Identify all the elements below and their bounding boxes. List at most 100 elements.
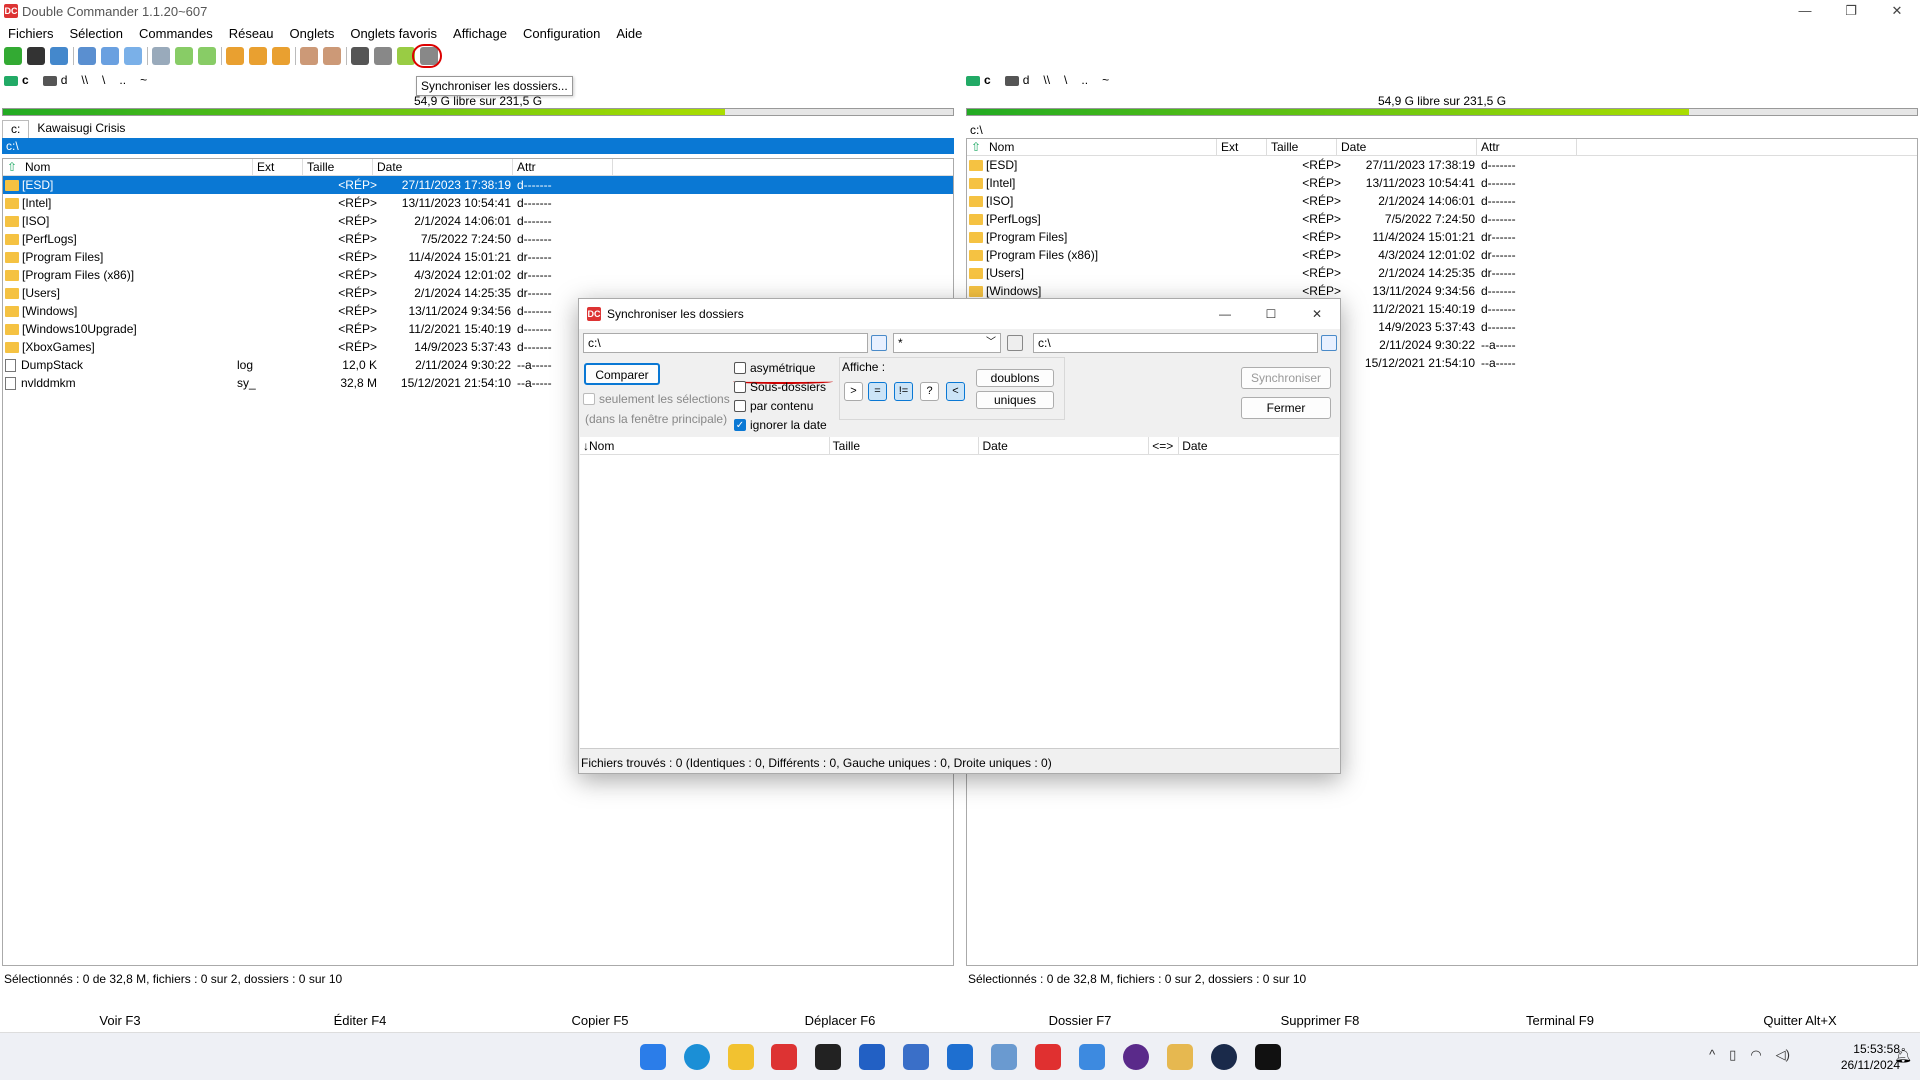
left-path[interactable]: c:\ xyxy=(2,138,954,154)
edge-icon[interactable] xyxy=(684,1044,710,1070)
mail-icon[interactable] xyxy=(947,1044,973,1070)
synchronize-button[interactable]: Synchroniser xyxy=(1241,367,1331,389)
brief-view-icon[interactable] xyxy=(78,47,96,65)
col-attr[interactable]: Attr xyxy=(1477,139,1577,155)
menu-configuration[interactable]: Configuration xyxy=(515,26,608,41)
tab-kawaisugi[interactable]: Kawaisugi Crisis xyxy=(29,120,133,138)
file-row[interactable]: [Program Files] <RÉP> 11/4/2024 15:01:21 dr… xyxy=(967,228,1917,246)
file-row[interactable]: [PerfLogs] <RÉP> 7/5/2022 7:24:50 d------- xyxy=(3,230,953,248)
menu-network[interactable]: Réseau xyxy=(221,26,282,41)
store-icon[interactable] xyxy=(903,1044,929,1070)
file-row[interactable]: [Program Files (x86)] <RÉP> 4/3/2024 12:01… xyxy=(3,266,953,284)
col-ext[interactable]: Ext xyxy=(253,159,303,175)
file-row[interactable]: [ESD] <RÉP> 27/11/2023 17:38:19 d------- xyxy=(3,176,953,194)
drive-d-button[interactable]: d xyxy=(42,73,67,87)
file-row[interactable]: [Program Files] <RÉP> 11/4/2024 15:01:21 dr… xyxy=(3,248,953,266)
file-row[interactable]: [Intel] <RÉP> 13/11/2023 10:54:41 d------- xyxy=(3,194,953,212)
start-icon[interactable] xyxy=(640,1044,666,1070)
right-browse-icon[interactable] xyxy=(1321,335,1337,351)
result-col-date-left[interactable]: Date xyxy=(979,437,1150,454)
file-row[interactable]: [ISO] <RÉP> 2/1/2024 14:06:01 d------- xyxy=(3,212,953,230)
close-button[interactable]: ✕ xyxy=(1874,0,1920,22)
subdirs-checkbox[interactable]: Sous-dossiers xyxy=(734,380,826,394)
filter-icon[interactable] xyxy=(1007,335,1023,351)
explorer-icon[interactable] xyxy=(728,1044,754,1070)
file-row[interactable]: [Intel] <RÉP> 13/11/2023 10:54:41 d------- xyxy=(967,174,1917,192)
file-row[interactable]: [ESD] <RÉP> 27/11/2023 17:38:19 d------- xyxy=(967,156,1917,174)
terminal-f9-button[interactable]: Terminal F9 xyxy=(1440,1010,1680,1032)
result-col-name[interactable]: ↓Nom xyxy=(580,437,830,454)
duplicates-button[interactable]: doublons xyxy=(976,369,1054,387)
dialog-minimize-button[interactable]: — xyxy=(1202,299,1248,329)
battery-icon[interactable]: ▯ xyxy=(1729,1047,1736,1063)
col-name[interactable]: ⇧ Nom xyxy=(967,139,1217,155)
unpack-icon[interactable] xyxy=(249,47,267,65)
pack-icon[interactable] xyxy=(226,47,244,65)
move-icon[interactable] xyxy=(323,47,341,65)
by-content-checkbox[interactable]: par contenu xyxy=(734,399,813,413)
edit-f4-button[interactable]: Éditer F4 xyxy=(240,1010,480,1032)
double-commander-icon[interactable] xyxy=(771,1044,797,1070)
asymmetric-checkbox[interactable]: asymétrique xyxy=(734,361,815,375)
left-dir-input[interactable]: c:\ xyxy=(583,333,868,353)
volume-icon[interactable]: ◁) xyxy=(1776,1047,1790,1063)
result-list[interactable] xyxy=(580,455,1339,749)
root-button[interactable]: \ xyxy=(1064,73,1067,87)
left-browse-icon[interactable] xyxy=(871,335,887,351)
close-dialog-button[interactable]: Fermer xyxy=(1241,397,1331,419)
only-selected-checkbox[interactable]: seulement les sélections xyxy=(583,392,730,406)
view-f3-button[interactable]: Voir F3 xyxy=(0,1010,240,1032)
show-different-toggle[interactable]: != xyxy=(894,382,913,401)
app-icon[interactable] xyxy=(1079,1044,1105,1070)
file-mask-select[interactable]: * ﹀ xyxy=(893,333,1001,353)
full-view-icon[interactable] xyxy=(101,47,119,65)
media-icon[interactable] xyxy=(1123,1044,1149,1070)
mkdir-f7-button[interactable]: Dossier F7 xyxy=(960,1010,1200,1032)
root-button[interactable]: \ xyxy=(102,73,105,87)
quit-button[interactable]: Quitter Alt+X xyxy=(1680,1010,1920,1032)
menu-view[interactable]: Affichage xyxy=(445,26,515,41)
file-row[interactable]: [PerfLogs] <RÉP> 7/5/2022 7:24:50 d------- xyxy=(967,210,1917,228)
menu-files[interactable]: Fichiers xyxy=(0,26,62,41)
parent-button[interactable]: .. xyxy=(119,73,126,87)
steam-icon[interactable] xyxy=(1211,1044,1237,1070)
home-button[interactable]: ~ xyxy=(140,73,147,87)
network-button[interactable]: \\ xyxy=(1043,73,1050,87)
drive-d-button[interactable]: d xyxy=(1004,73,1029,87)
menu-favorite-tabs[interactable]: Onglets favoris xyxy=(342,26,445,41)
show-equal-toggle[interactable]: = xyxy=(868,382,887,401)
wifi-icon[interactable]: ◠ xyxy=(1750,1047,1761,1063)
col-date[interactable]: Date xyxy=(373,159,513,175)
compare-icon[interactable] xyxy=(152,47,170,65)
notepad-icon[interactable] xyxy=(859,1044,885,1070)
thumbnail-view-icon[interactable] xyxy=(124,47,142,65)
epic-icon[interactable] xyxy=(1255,1044,1281,1070)
menu-selection[interactable]: Sélection xyxy=(62,26,131,41)
col-size[interactable]: Taille xyxy=(303,159,373,175)
monitor-icon[interactable] xyxy=(991,1044,1017,1070)
delete-f8-button[interactable]: Supprimer F8 xyxy=(1200,1010,1440,1032)
menu-help[interactable]: Aide xyxy=(608,26,650,41)
show-unknown-toggle[interactable]: ? xyxy=(920,382,939,401)
search-icon[interactable] xyxy=(351,47,369,65)
menu-commands[interactable]: Commandes xyxy=(131,26,221,41)
compare-button[interactable]: Comparer xyxy=(584,363,660,385)
notification-icon[interactable]: 🔔︎ xyxy=(1894,1047,1912,1064)
copy-f5-button[interactable]: Copier F5 xyxy=(480,1010,720,1032)
col-ext[interactable]: Ext xyxy=(1217,139,1267,155)
minimize-button[interactable]: — xyxy=(1782,0,1828,22)
terminal-icon[interactable] xyxy=(815,1044,841,1070)
terminal-icon[interactable] xyxy=(27,47,45,65)
drive-c-button[interactable]: c xyxy=(966,73,991,87)
drive-c-button[interactable]: c xyxy=(4,73,29,87)
col-name[interactable]: ⇧ Nom xyxy=(3,159,253,175)
col-attr[interactable]: Attr xyxy=(513,159,613,175)
right-path[interactable]: c:\ xyxy=(966,122,1918,138)
tab-c[interactable]: c: xyxy=(2,120,30,138)
result-col-size[interactable]: Taille xyxy=(830,437,980,454)
singles-button[interactable]: uniques xyxy=(976,391,1054,409)
settings-icon[interactable] xyxy=(50,47,68,65)
result-col-compare[interactable]: <=> xyxy=(1149,437,1180,454)
dialog-close-button[interactable]: ✕ xyxy=(1294,299,1340,329)
copy-icon[interactable] xyxy=(300,47,318,65)
